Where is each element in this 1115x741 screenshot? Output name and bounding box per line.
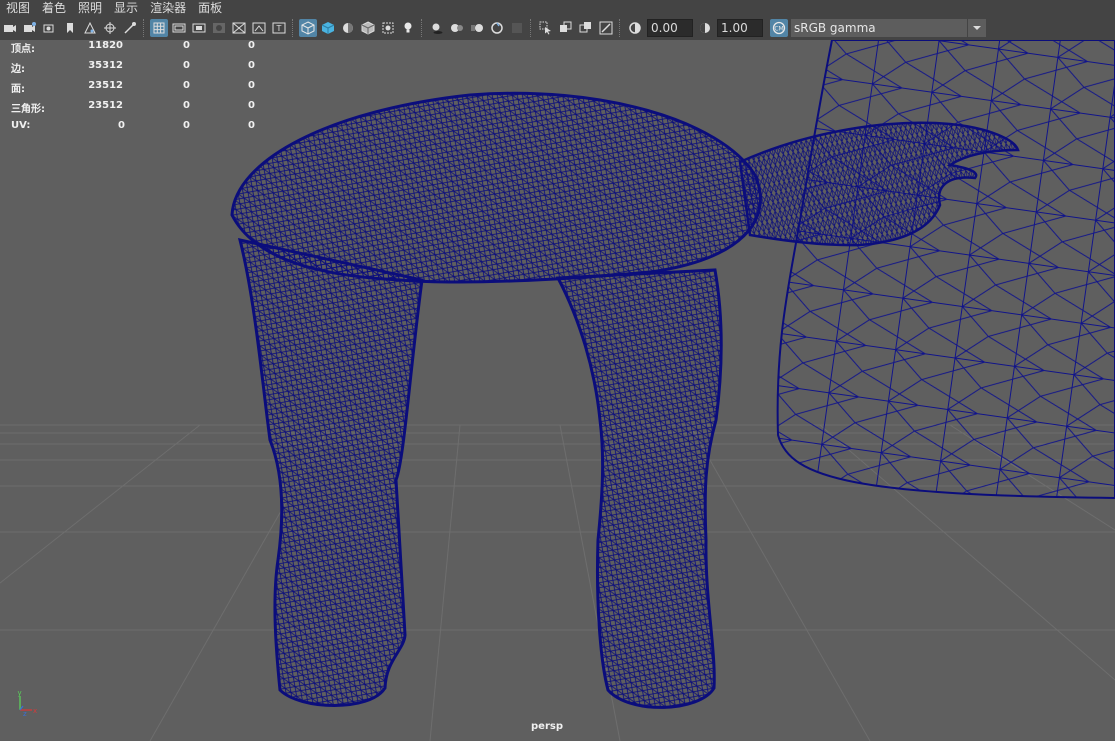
hud-value-selected: 0	[183, 80, 190, 91]
svg-text:CM: CM	[774, 26, 783, 33]
hud-label: 边:	[11, 64, 25, 75]
depth-of-field-icon[interactable]	[508, 19, 526, 37]
hud-label: 三角形:	[11, 104, 45, 115]
exposure-icon[interactable]	[626, 19, 644, 37]
panel-menu-bar: 视图 着色 照明 显示 渲染器 面板	[0, 0, 1115, 16]
snapshot-icon[interactable]	[41, 19, 59, 37]
hud-value-selected: 0	[183, 60, 190, 71]
isolate-select-icon[interactable]	[537, 19, 555, 37]
maya-viewport-window: 视图 着色 照明 显示 渲染器 面板 T 0.00 1.00 CM sRGB g…	[0, 0, 1115, 741]
hud-value-selected: 0	[183, 120, 190, 131]
menu-renderer[interactable]: 渲染器	[144, 0, 192, 16]
multisample-antialias-icon[interactable]	[488, 19, 506, 37]
chevron-down-icon[interactable]	[968, 19, 986, 37]
hud-row-edges: 边: 35312 0 0	[0, 60, 270, 75]
axis-y-label: y	[18, 689, 22, 697]
toolbar-separator	[143, 19, 146, 37]
default-material-icon[interactable]	[339, 19, 357, 37]
safe-title-icon[interactable]: T	[270, 19, 288, 37]
hud-value-total: 23512	[88, 80, 123, 91]
field-chart-icon[interactable]	[230, 19, 248, 37]
gate-mask-icon[interactable]	[210, 19, 228, 37]
hud-value-selected: 0	[183, 100, 190, 111]
hud-value-total: 35312	[88, 60, 123, 71]
menu-shading[interactable]: 着色	[36, 0, 72, 16]
grid-icon[interactable]	[150, 19, 168, 37]
color-management-icon[interactable]: CM	[770, 19, 788, 37]
toolbar-buttons: T	[0, 19, 625, 37]
hud-label: 顶点:	[11, 44, 35, 55]
ambient-occlusion-icon[interactable]	[448, 19, 466, 37]
shadows-icon[interactable]	[428, 19, 446, 37]
xray-joints-icon[interactable]	[557, 19, 575, 37]
menu-show[interactable]: 显示	[108, 0, 144, 16]
toolbar-separator	[292, 19, 295, 37]
camera-attributes-icon[interactable]	[21, 19, 39, 37]
hud-value-total: 23512	[88, 100, 123, 111]
perspective-viewport[interactable]	[0, 40, 1115, 741]
toolbar-separator	[530, 19, 533, 37]
camera-name-label: persp	[531, 721, 563, 732]
panel-toolbar: T 0.00 1.00 CM sRGB gamma	[0, 16, 1115, 40]
hud-row-uvs: UV: 0 0 0	[0, 120, 270, 134]
image-plane-icon[interactable]	[81, 19, 99, 37]
view-axis-gizmo: y x z	[18, 689, 38, 718]
wireframe-icon[interactable]	[299, 19, 317, 37]
safe-action-icon[interactable]	[250, 19, 268, 37]
hud-value-total: 11820	[88, 40, 123, 51]
gamma-icon[interactable]	[696, 19, 714, 37]
toolbar-separator	[421, 19, 424, 37]
axis-x-label: x	[33, 707, 37, 715]
hud-label: UV:	[11, 120, 31, 131]
hud-row-faces: 面: 23512 0 0	[0, 80, 270, 95]
color-space-dropdown[interactable]: sRGB gamma	[791, 19, 967, 37]
vase-wireframe	[776, 40, 1115, 500]
use-all-lights-icon[interactable]	[399, 19, 417, 37]
xray-icon[interactable]	[379, 19, 397, 37]
smooth-shade-icon[interactable]	[319, 19, 337, 37]
camera-pivot-icon[interactable]	[101, 19, 119, 37]
hud-value-component: 0	[248, 40, 255, 51]
hud-label: 面:	[11, 84, 25, 95]
menu-lighting[interactable]: 照明	[72, 0, 108, 16]
menu-view[interactable]: 视图	[0, 0, 36, 16]
bookmark-icon[interactable]	[61, 19, 79, 37]
hud-value-component: 0	[248, 120, 255, 131]
gamma-field[interactable]: 1.00	[717, 19, 763, 37]
hud-value-component: 0	[248, 80, 255, 91]
xray-active-icon[interactable]	[577, 19, 595, 37]
hud-value-component: 0	[248, 60, 255, 71]
menu-panels[interactable]: 面板	[192, 0, 228, 16]
film-gate-icon[interactable]	[170, 19, 188, 37]
resolution-gate-icon[interactable]	[190, 19, 208, 37]
motion-blur-icon[interactable]	[468, 19, 486, 37]
exposure-field[interactable]: 0.00	[647, 19, 693, 37]
axis-z-label: z	[23, 710, 27, 718]
svg-text:T: T	[276, 24, 282, 33]
color-space-control: CM sRGB gamma	[769, 19, 986, 37]
hud-row-vertices: 顶点: 11820 0 0	[0, 40, 270, 55]
viewport-scene	[0, 40, 1115, 741]
hud-row-triangles: 三角形: 23512 0 0	[0, 100, 270, 115]
camera-icon[interactable]	[1, 19, 19, 37]
toolbar-separator	[619, 19, 622, 37]
hud-value-selected: 0	[183, 40, 190, 51]
hud-value-total: 0	[118, 120, 125, 131]
dolly-icon[interactable]	[121, 19, 139, 37]
wireframe-on-shaded-icon[interactable]	[359, 19, 377, 37]
backface-culling-icon[interactable]	[597, 19, 615, 37]
hud-value-component: 0	[248, 100, 255, 111]
